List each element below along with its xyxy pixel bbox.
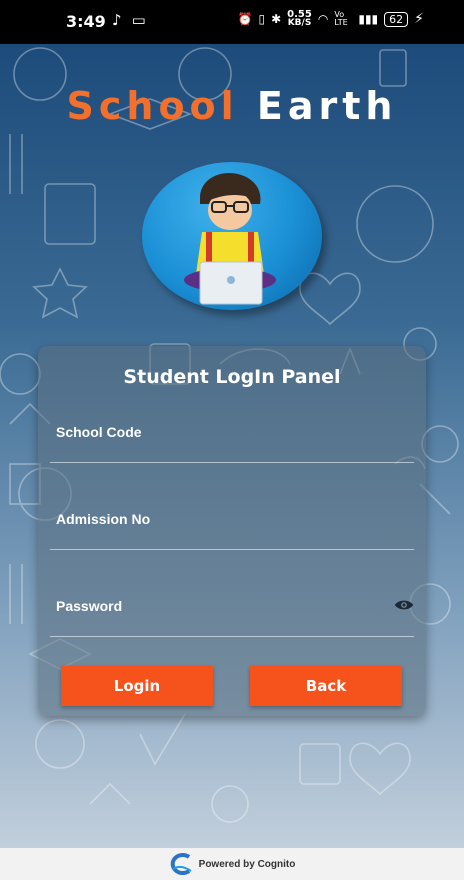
panel-title: Student LogIn Panel bbox=[123, 366, 341, 388]
school-code-label: School Code bbox=[56, 424, 142, 440]
student-avatar-illustration bbox=[142, 162, 322, 310]
cognito-logo-icon bbox=[170, 853, 192, 875]
signal-icon: ▮▮▮ bbox=[358, 12, 379, 26]
vibrate-icon: ▯ bbox=[258, 12, 266, 26]
school-code-input[interactable] bbox=[50, 440, 414, 463]
app-logo-title: School Earth bbox=[0, 84, 464, 128]
student-with-laptop-icon bbox=[184, 172, 276, 305]
brand-word-school: School bbox=[66, 84, 239, 128]
network-speed: 0.55 KB/S bbox=[287, 9, 312, 28]
footer: Powered by Cognito bbox=[0, 848, 464, 880]
status-time: 3:49 bbox=[66, 12, 106, 31]
admission-no-field: Admission No bbox=[50, 511, 414, 550]
battery-indicator: 62 bbox=[384, 11, 409, 27]
wifi-icon: ◠ bbox=[317, 12, 329, 26]
bluetooth-icon: ✱ bbox=[271, 12, 282, 26]
admission-no-input[interactable] bbox=[50, 527, 414, 550]
login-panel: Student LogIn Panel School Code Admissio… bbox=[38, 346, 426, 716]
brand-word-earth: Earth bbox=[256, 84, 398, 128]
school-code-field: School Code bbox=[50, 424, 414, 463]
powered-by-text: Powered by Cognito bbox=[198, 858, 296, 870]
music-note-icon: ♪ bbox=[112, 11, 122, 29]
back-button[interactable]: Back bbox=[250, 666, 402, 706]
notification-icon: ▭ bbox=[131, 11, 146, 29]
show-password-eye-icon[interactable] bbox=[394, 598, 414, 612]
alarm-icon: ⏰ bbox=[237, 12, 253, 26]
password-label: Password bbox=[56, 598, 123, 614]
charging-icon: ⚡ bbox=[414, 11, 424, 27]
status-bar: 3:49 ♪ ▭ ⏰ ▯ ✱ 0.55 KB/S ◠ Vo LTE ▮▮▮ 62… bbox=[0, 0, 464, 44]
admission-no-label: Admission No bbox=[56, 511, 151, 527]
password-field: Password bbox=[50, 598, 414, 637]
volte-label: Vo LTE bbox=[334, 10, 348, 27]
password-input[interactable] bbox=[50, 614, 414, 637]
login-button[interactable]: Login bbox=[61, 666, 213, 706]
